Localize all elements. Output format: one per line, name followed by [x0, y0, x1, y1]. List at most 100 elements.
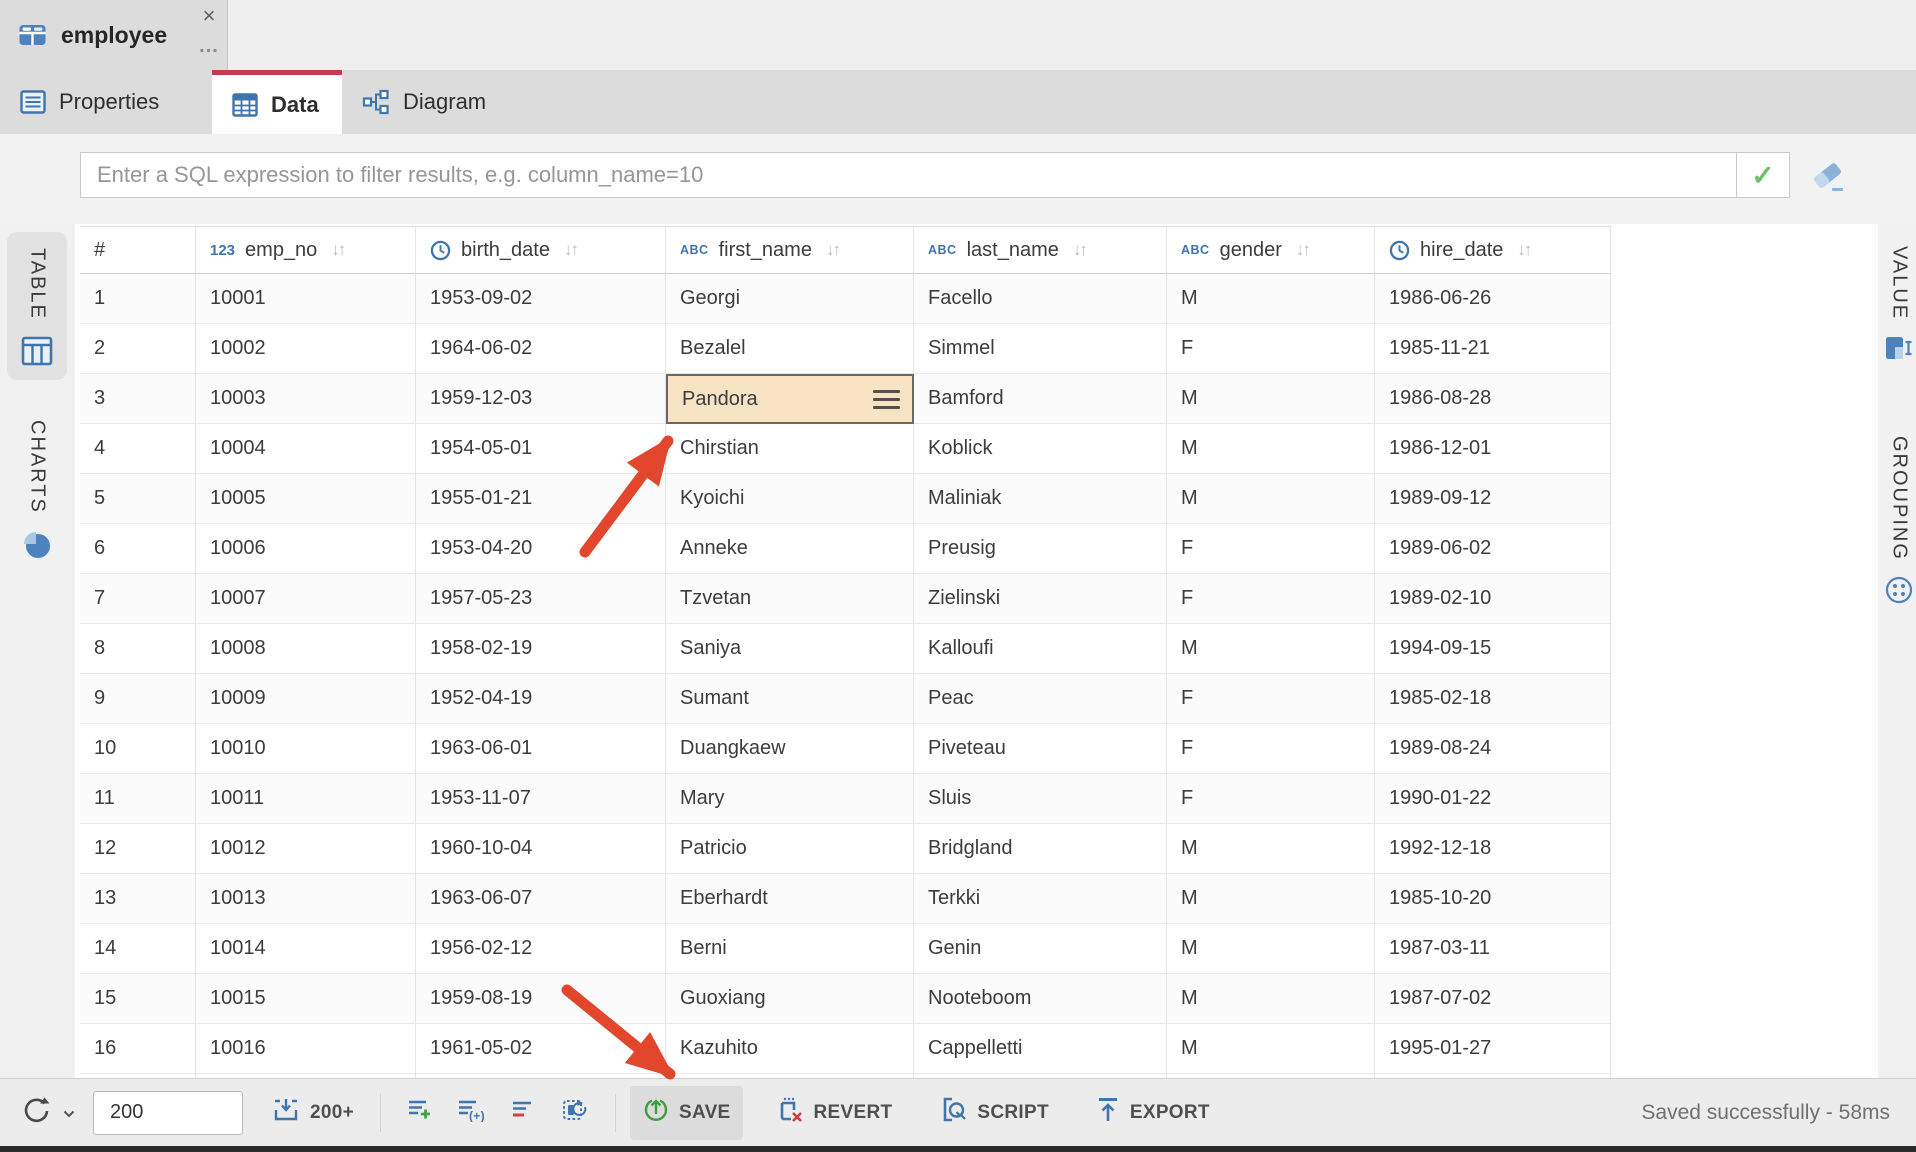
fetch-size-input[interactable]	[93, 1091, 243, 1135]
row-number-cell[interactable]: 2	[80, 324, 196, 374]
table-cell[interactable]: 1963-06-01	[416, 724, 666, 774]
table-cell[interactable]: Kyoichi	[666, 474, 914, 524]
table-cell[interactable]: 1986-06-26	[1375, 274, 1611, 324]
sort-icon[interactable]: ↓↑	[564, 240, 577, 260]
table-cell[interactable]: 1959-12-03	[416, 374, 666, 424]
table-cell[interactable]: Simmel	[914, 324, 1167, 374]
table-cell[interactable]: M	[1167, 474, 1375, 524]
table-cell[interactable]: Georgi	[666, 274, 914, 324]
table-cell[interactable]: F	[1167, 674, 1375, 724]
column-header-first_name[interactable]: ABCfirst_name↓↑	[666, 226, 914, 274]
row-number-cell[interactable]: 4	[80, 424, 196, 474]
sort-icon[interactable]: ↓↑	[1073, 240, 1086, 260]
table-cell[interactable]: 10008	[196, 624, 416, 674]
revert-button[interactable]: REVERT	[765, 1086, 905, 1140]
sort-icon[interactable]: ↓↑	[1517, 240, 1530, 260]
table-cell[interactable]: M	[1167, 424, 1375, 474]
table-cell[interactable]: 10002	[196, 324, 416, 374]
table-cell[interactable]: 10015	[196, 974, 416, 1024]
table-cell[interactable]: Kazuhito	[666, 1024, 914, 1074]
table-cell[interactable]: 1985-10-20	[1375, 874, 1611, 924]
table-cell[interactable]: 1989-09-12	[1375, 474, 1611, 524]
table-cell[interactable]: 1952-04-19	[416, 674, 666, 724]
table-cell[interactable]: 1958-02-19	[416, 624, 666, 674]
table-cell[interactable]: 1994-09-15	[1375, 624, 1611, 674]
table-cell[interactable]: 1953-09-02	[416, 274, 666, 324]
refresh-button[interactable]	[14, 1084, 81, 1142]
table-cell[interactable]: Tzvetan	[666, 574, 914, 624]
row-number-cell[interactable]: 16	[80, 1024, 196, 1074]
table-cell[interactable]: M	[1167, 974, 1375, 1024]
table-cell[interactable]: M	[1167, 1024, 1375, 1074]
table-cell[interactable]: 1956-02-12	[416, 924, 666, 974]
table-cell[interactable]: M	[1167, 924, 1375, 974]
row-number-cell[interactable]: 13	[80, 874, 196, 924]
table-cell[interactable]: 10016	[196, 1024, 416, 1074]
column-header-emp_no[interactable]: 123emp_no↓↑	[196, 226, 416, 274]
table-cell[interactable]: 10007	[196, 574, 416, 624]
table-cell[interactable]: M	[1167, 874, 1375, 924]
table-cell[interactable]: Saniya	[666, 624, 914, 674]
table-cell[interactable]: 1989-06-02	[1375, 524, 1611, 574]
table-cell[interactable]: 1964-06-02	[416, 324, 666, 374]
table-cell[interactable]: Kalloufi	[914, 624, 1167, 674]
table-cell[interactable]: 10009	[196, 674, 416, 724]
table-cell[interactable]: 1992-12-18	[1375, 824, 1611, 874]
table-cell[interactable]: 10014	[196, 924, 416, 974]
table-cell[interactable]: M	[1167, 274, 1375, 324]
table-cell[interactable]: 10001	[196, 274, 416, 324]
script-button[interactable]: SCRIPT	[926, 1086, 1060, 1140]
column-header-rownum[interactable]: #	[80, 226, 196, 274]
table-cell[interactable]: 1989-08-24	[1375, 724, 1611, 774]
refresh-row-button[interactable]	[549, 1087, 601, 1139]
row-number-cell[interactable]: 14	[80, 924, 196, 974]
table-cell[interactable]: Guoxiang	[666, 974, 914, 1024]
close-icon[interactable]: ×	[194, 2, 224, 30]
table-cell[interactable]: 10012	[196, 824, 416, 874]
column-header-hire_date[interactable]: hire_date↓↑	[1375, 226, 1611, 274]
table-cell[interactable]: F	[1167, 524, 1375, 574]
table-cell[interactable]: Zielinski	[914, 574, 1167, 624]
table-cell[interactable]: Berni	[666, 924, 914, 974]
row-number-cell[interactable]: 7	[80, 574, 196, 624]
table-cell[interactable]: 1960-10-04	[416, 824, 666, 874]
clear-filter-eraser-icon[interactable]	[1806, 156, 1850, 196]
table-cell[interactable]: Anneke	[666, 524, 914, 574]
table-cell[interactable]: Chirstian	[666, 424, 914, 474]
table-cell[interactable]: 10010	[196, 724, 416, 774]
table-cell[interactable]: Maliniak	[914, 474, 1167, 524]
table-cell[interactable]: Bamford	[914, 374, 1167, 424]
table-cell[interactable]: 1989-02-10	[1375, 574, 1611, 624]
panel-tab-value[interactable]: VALUE	[1880, 246, 1916, 362]
table-cell[interactable]: 1954-05-01	[416, 424, 666, 474]
table-cell[interactable]: 10005	[196, 474, 416, 524]
table-cell[interactable]: Bezalel	[666, 324, 914, 374]
panel-tab-table[interactable]: TABLE	[7, 232, 67, 380]
table-cell[interactable]: 1990-01-22	[1375, 774, 1611, 824]
column-header-last_name[interactable]: ABClast_name↓↑	[914, 226, 1167, 274]
table-cell[interactable]: Nooteboom	[914, 974, 1167, 1024]
table-cell[interactable]: Genin	[914, 924, 1167, 974]
table-cell[interactable]: 10013	[196, 874, 416, 924]
table-cell[interactable]: Koblick	[914, 424, 1167, 474]
editor-tab-employee[interactable]: employee × ...	[0, 0, 228, 70]
row-number-cell[interactable]: 10	[80, 724, 196, 774]
table-cell[interactable]: 1987-07-02	[1375, 974, 1611, 1024]
table-cell[interactable]: 10011	[196, 774, 416, 824]
table-cell[interactable]: F	[1167, 324, 1375, 374]
table-cell[interactable]: 1961-05-02	[416, 1024, 666, 1074]
table-cell[interactable]: Sumant	[666, 674, 914, 724]
table-cell[interactable]: 1985-11-21	[1375, 324, 1611, 374]
table-cell[interactable]: Facello	[914, 274, 1167, 324]
panel-tab-grouping[interactable]: GROUPING	[1880, 436, 1916, 605]
table-cell[interactable]: 1986-08-28	[1375, 374, 1611, 424]
table-cell[interactable]: 1955-01-21	[416, 474, 666, 524]
table-cell[interactable]: 10006	[196, 524, 416, 574]
row-number-cell[interactable]: 3	[80, 374, 196, 424]
table-cell[interactable]: 10003	[196, 374, 416, 424]
table-cell[interactable]: 1953-11-07	[416, 774, 666, 824]
row-number-cell[interactable]: 9	[80, 674, 196, 724]
table-cell[interactable]: 1953-04-20	[416, 524, 666, 574]
row-number-cell[interactable]: 6	[80, 524, 196, 574]
table-cell[interactable]: M	[1167, 824, 1375, 874]
